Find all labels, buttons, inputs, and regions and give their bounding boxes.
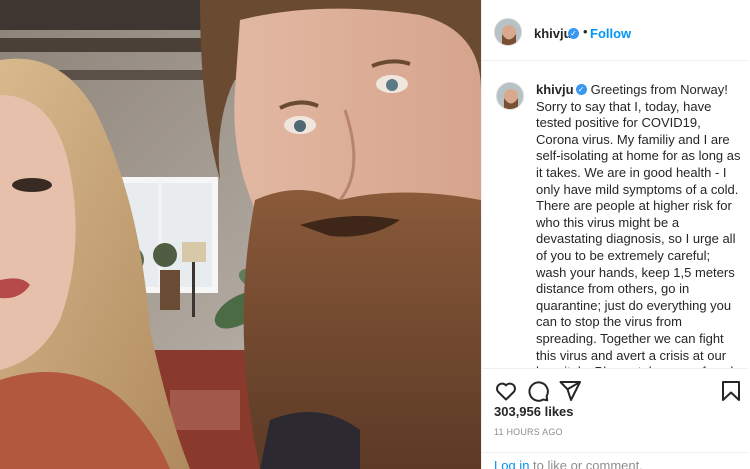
caption-text: Greetings from Norway! Sorry to say that… <box>536 82 741 368</box>
caption-scrollbar[interactable] <box>744 62 748 368</box>
login-link[interactable]: Log in <box>494 458 529 469</box>
heart-icon[interactable] <box>494 379 518 403</box>
likes-count[interactable]: 303,956 likes <box>494 404 574 419</box>
avatar-image <box>495 19 521 45</box>
post-timestamp[interactable]: 11 HOURS AGO <box>494 427 563 437</box>
login-prompt-text: to like or comment. <box>529 458 643 469</box>
header-username[interactable]: khivju <box>534 26 572 41</box>
action-bar: 303,956 likes 11 HOURS AGO <box>482 368 748 464</box>
separator-dot: • <box>583 24 588 39</box>
avatar[interactable] <box>494 18 522 46</box>
post-sidebar: khivju ✓ • Follow khivju ✓ Greetings from … <box>481 0 748 469</box>
caption-section[interactable]: khivju ✓ Greetings from Norway! Sorry to s… <box>482 62 748 368</box>
caption-avatar[interactable] <box>496 82 524 110</box>
login-prompt-area: Log in to like or comment. <box>482 452 748 469</box>
share-icon[interactable] <box>558 379 582 403</box>
caption-username[interactable]: khivju <box>536 82 574 97</box>
comment-icon[interactable] <box>526 379 550 403</box>
post-caption: khivju ✓ Greetings from Norway! Sorry to s… <box>536 82 741 368</box>
avatar-image <box>497 83 523 109</box>
verified-badge-icon: ✓ <box>568 28 579 39</box>
post-photo[interactable] <box>0 0 481 469</box>
selfie-image <box>0 0 481 469</box>
post-modal: khivju ✓ • Follow khivju ✓ Greetings from … <box>0 0 748 469</box>
verified-badge-icon: ✓ <box>575 84 587 96</box>
post-header: khivju ✓ • Follow <box>482 0 748 61</box>
login-prompt: Log in to like or comment. <box>494 458 643 469</box>
bookmark-icon[interactable] <box>719 379 743 403</box>
follow-button[interactable]: Follow <box>590 26 631 41</box>
